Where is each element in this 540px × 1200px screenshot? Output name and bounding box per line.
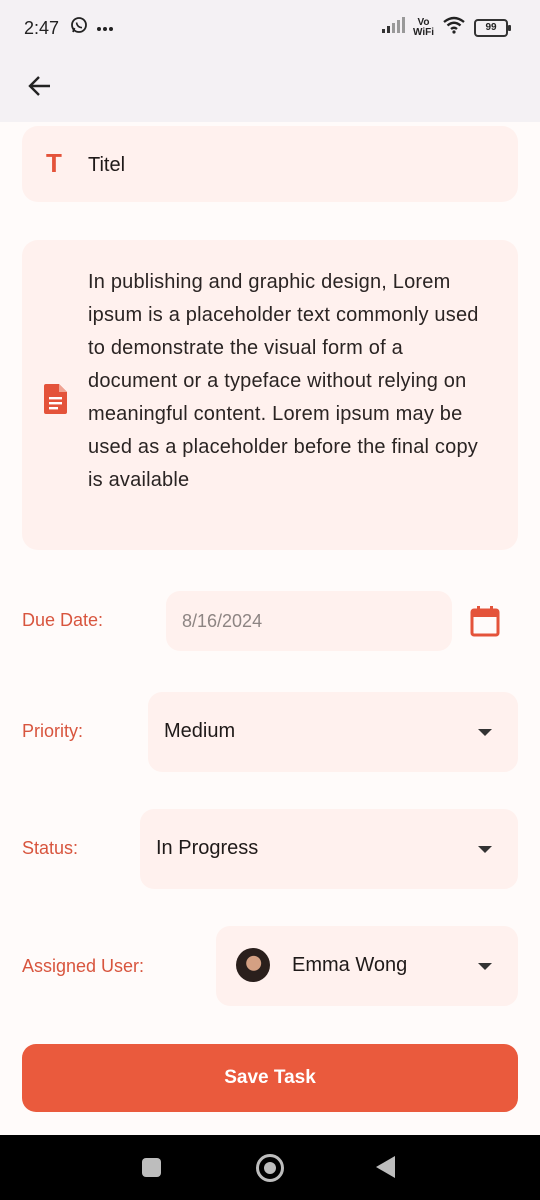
recent-apps-button[interactable]: [142, 1158, 161, 1177]
due-date-label: Due Date:: [22, 610, 104, 630]
calendar-icon: [470, 606, 500, 641]
signal-icon: [381, 17, 405, 38]
assigned-user-name: Emma Wong: [292, 954, 408, 976]
title-text-icon: T: [46, 148, 62, 178]
arrow-left-icon: [27, 73, 53, 104]
due-date-field[interactable]: 8/16/2024: [166, 591, 452, 651]
battery-indicator: 99: [474, 18, 511, 37]
document-icon: [40, 382, 72, 421]
save-task-button[interactable]: Save Task: [22, 1044, 518, 1112]
status-bar: 2:47 Vo WiFi 99: [0, 0, 540, 56]
due-date-value: 8/16/2024: [182, 611, 263, 631]
avatar: [236, 948, 270, 982]
dropdown-arrow-icon: [478, 846, 492, 853]
wifi-icon: [442, 16, 466, 39]
status-notification-icons: [70, 16, 114, 39]
priority-value: Medium: [164, 720, 236, 742]
title-field[interactable]: T Titel: [22, 126, 518, 202]
home-button[interactable]: [256, 1154, 284, 1182]
description-input[interactable]: In publishing and graphic design, Lorem …: [88, 266, 496, 497]
vowifi-indicator: Vo WiFi: [412, 16, 434, 38]
app-bar: [0, 56, 540, 122]
more-dots-icon: [96, 19, 114, 37]
priority-dropdown[interactable]: Medium: [148, 692, 518, 772]
calendar-button[interactable]: [470, 605, 500, 637]
whatsapp-icon: [70, 16, 88, 39]
status-label: Status:: [22, 838, 79, 858]
assigned-user-label: Assigned User:: [22, 956, 145, 976]
dropdown-arrow-icon: [478, 729, 492, 736]
assigned-user-dropdown[interactable]: Emma Wong: [216, 926, 518, 1006]
status-value: In Progress: [156, 837, 259, 859]
status-dropdown[interactable]: In Progress: [140, 809, 518, 889]
priority-label: Priority:: [22, 721, 84, 741]
dropdown-arrow-icon: [478, 963, 492, 970]
title-input[interactable]: Titel: [88, 154, 125, 177]
system-nav-bar: [0, 1135, 540, 1200]
status-time: 2:47: [24, 18, 60, 38]
back-button[interactable]: [24, 72, 56, 104]
description-field[interactable]: In publishing and graphic design, Lorem …: [22, 240, 518, 550]
status-system-icons: Vo WiFi 99: [381, 16, 511, 39]
system-back-button[interactable]: [376, 1156, 395, 1178]
